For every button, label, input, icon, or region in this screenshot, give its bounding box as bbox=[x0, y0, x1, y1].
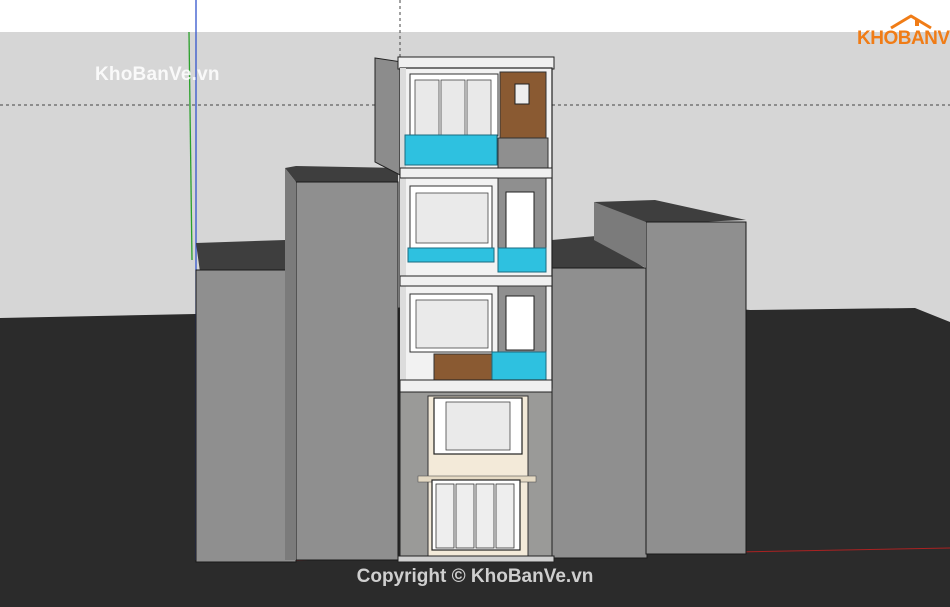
neighbor-right-front bbox=[551, 267, 648, 559]
neighbor-left-tall-front bbox=[295, 181, 399, 561]
floor3-glass-balcony bbox=[497, 247, 547, 273]
watermark-text: KhoBanVe.vn bbox=[95, 64, 220, 85]
floor3-glass-strip bbox=[407, 247, 495, 263]
sketchup-viewport[interactable]: KhoBanVe.vn KHOBANVE Copyright © KhoBanV… bbox=[0, 0, 950, 607]
roof-slab bbox=[397, 56, 555, 70]
neighbor-left-tall-top bbox=[285, 166, 398, 182]
townhouse-3d-scene bbox=[0, 0, 950, 607]
neighbor-left-tall-side bbox=[285, 168, 296, 560]
facade-left-edge bbox=[400, 68, 406, 388]
brand-logo: KHOBANVE bbox=[855, 14, 950, 54]
floor4-glass-balcony bbox=[404, 134, 498, 166]
floor2-wood-panel bbox=[433, 353, 493, 383]
floor2-glass-balcony bbox=[491, 351, 547, 381]
neighbor-left-front bbox=[195, 269, 297, 563]
neighbor-right-tall-front bbox=[645, 221, 747, 555]
copyright-text: Copyright © KhoBanVe.vn bbox=[356, 566, 594, 587]
floor4-small-window bbox=[514, 83, 530, 105]
neighbor-left-top bbox=[196, 240, 295, 272]
floor2-door bbox=[505, 295, 535, 351]
logo-text: KHOBANVE bbox=[857, 28, 950, 49]
house-top-side-wall bbox=[374, 57, 403, 177]
floor4-wood-panel bbox=[499, 71, 547, 139]
floor3-door bbox=[505, 191, 535, 249]
